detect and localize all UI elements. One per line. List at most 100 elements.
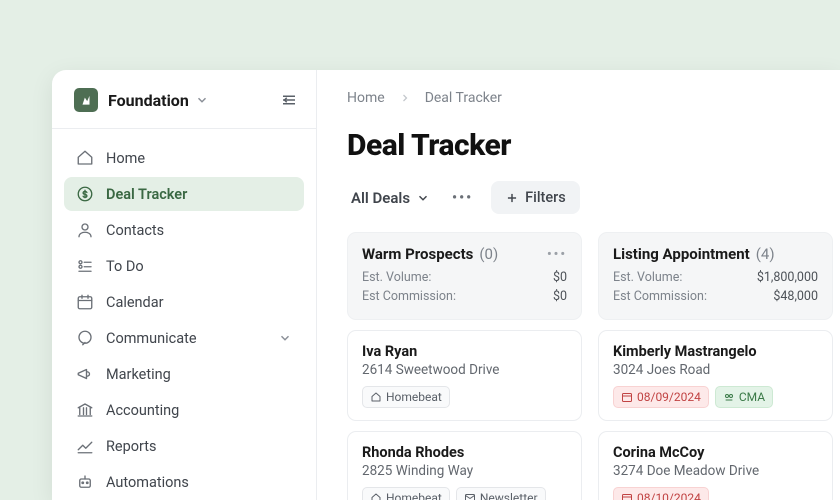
volume-value: $1,800,000 [757, 269, 818, 288]
deal-card[interactable]: Kimberly Mastrangelo 3024 Joes Road 08/0… [598, 330, 833, 421]
sidebar-item-marketing[interactable]: Marketing [64, 357, 304, 391]
commission-value: $48,000 [773, 288, 818, 307]
plus-icon [505, 191, 519, 205]
toolbar: All Deals ••• Filters [347, 181, 810, 214]
org-switcher[interactable] [195, 93, 209, 107]
page-body: Deal Tracker All Deals ••• Filters Warm … [317, 122, 840, 500]
date-icon [621, 391, 633, 403]
filters-label: Filters [525, 189, 566, 206]
deal-address: 3024 Joes Road [613, 362, 818, 378]
sidebar-item-label: To Do [106, 258, 144, 275]
homebeat-icon [370, 391, 382, 403]
sidebar-item-accounting[interactable]: Accounting [64, 393, 304, 427]
org-logo [74, 88, 98, 112]
tag-date[interactable]: 08/09/2024 [613, 386, 709, 408]
cma-icon [723, 391, 735, 403]
filters-button[interactable]: Filters [491, 181, 580, 214]
chevron-down-icon [278, 331, 292, 345]
breadcrumb: Home Deal Tracker [317, 70, 840, 122]
robot-icon [76, 473, 94, 491]
sidebar-item-label: Reports [106, 438, 157, 455]
chevron-down-icon [416, 191, 430, 205]
tag-homebeat[interactable]: Homebeat [362, 487, 450, 500]
column-listing-appointment: Listing Appointment (4) Est. Volume: $1,8… [598, 232, 833, 500]
commission-value: $0 [553, 288, 567, 307]
sidebar-item-calendar[interactable]: Calendar [64, 285, 304, 319]
volume-label: Est. Volume: [613, 269, 682, 288]
deal-card[interactable]: Iva Ryan 2614 Sweetwood Drive Homebeat [347, 330, 582, 421]
column-title: Warm Prospects [362, 245, 473, 263]
tag-cma[interactable]: CMA [715, 386, 773, 408]
sidebar-item-label: Calendar [106, 294, 164, 311]
deal-name: Kimberly Mastrangelo [613, 343, 818, 360]
sidebar-item-automations[interactable]: Automations [64, 465, 304, 499]
breadcrumb-home[interactable]: Home [347, 90, 385, 106]
column-warm-prospects: Warm Prospects (0) ••• Est. Volume: $0 Es… [347, 232, 582, 500]
toolbar-more-button[interactable]: ••• [444, 184, 481, 212]
sidebar-item-communicate[interactable]: Communicate [64, 321, 304, 355]
todo-icon [76, 257, 94, 275]
app-window: Foundation Home Deal Tracker Contacts To… [52, 70, 840, 500]
sidebar-item-label: Communicate [106, 330, 197, 347]
home-icon [76, 149, 94, 167]
column-more-button[interactable]: ••• [547, 247, 567, 262]
sidebar-item-label: Accounting [106, 402, 179, 419]
dollar-icon [76, 185, 94, 203]
newsletter-icon [464, 492, 476, 500]
homebeat-icon [370, 492, 382, 500]
sidebar-item-home[interactable]: Home [64, 141, 304, 175]
commission-label: Est Commission: [362, 288, 456, 307]
tag-date[interactable]: 08/10/2024 [613, 487, 709, 500]
chat-icon [76, 329, 94, 347]
kanban-columns: Warm Prospects (0) ••• Est. Volume: $0 Es… [347, 232, 810, 500]
collapse-sidebar-button[interactable] [280, 91, 298, 109]
date-icon [621, 492, 633, 500]
volume-value: $0 [553, 269, 567, 288]
deal-address: 2825 Winding Way [362, 463, 567, 479]
deal-name: Corina McCoy [613, 444, 818, 461]
org-name: Foundation [108, 91, 189, 110]
deal-card[interactable]: Rhonda Rhodes 2825 Winding Way Homebeat N… [347, 431, 582, 500]
sidebar-item-label: Deal Tracker [106, 186, 187, 203]
deals-filter-label: All Deals [351, 189, 410, 207]
deal-tags: Homebeat Newsletter [362, 487, 567, 500]
column-count: (0) [479, 245, 498, 263]
main: Home Deal Tracker Deal Tracker All Deals… [317, 70, 840, 500]
deal-address: 3274 Doe Meadow Drive [613, 463, 818, 479]
sidebar-item-deal-tracker[interactable]: Deal Tracker [64, 177, 304, 211]
column-header: Listing Appointment (4) Est. Volume: $1,8… [598, 232, 833, 320]
deal-name: Iva Ryan [362, 343, 567, 360]
sidebar: Foundation Home Deal Tracker Contacts To… [52, 70, 317, 500]
deal-card[interactable]: Corina McCoy 3274 Doe Meadow Drive 08/10… [598, 431, 833, 500]
volume-label: Est. Volume: [362, 269, 431, 288]
sidebar-item-to-do[interactable]: To Do [64, 249, 304, 283]
chart-icon [76, 437, 94, 455]
sidebar-nav: Home Deal Tracker Contacts To Do Calenda… [52, 129, 316, 499]
commission-label: Est Commission: [613, 288, 707, 307]
breadcrumb-current: Deal Tracker [425, 90, 502, 106]
tag-newsletter[interactable]: Newsletter [456, 487, 546, 500]
sidebar-item-label: Marketing [106, 366, 171, 383]
bank-icon [76, 401, 94, 419]
deal-address: 2614 Sweetwood Drive [362, 362, 567, 378]
megaphone-icon [76, 365, 94, 383]
sidebar-item-reports[interactable]: Reports [64, 429, 304, 463]
deal-tags: Homebeat [362, 386, 567, 408]
chevron-right-icon [399, 92, 411, 104]
deal-tags: 08/10/2024 [613, 487, 818, 500]
deal-tags: 08/09/2024 CMA [613, 386, 818, 408]
sidebar-header: Foundation [52, 70, 316, 129]
column-header: Warm Prospects (0) ••• Est. Volume: $0 Es… [347, 232, 582, 320]
column-title: Listing Appointment [613, 245, 750, 263]
calendar-icon [76, 293, 94, 311]
deal-name: Rhonda Rhodes [362, 444, 567, 461]
page-title: Deal Tracker [347, 128, 810, 163]
deals-filter-dropdown[interactable]: All Deals [347, 183, 434, 213]
column-count: (4) [756, 245, 775, 263]
sidebar-item-label: Home [106, 150, 145, 167]
user-icon [76, 221, 94, 239]
sidebar-item-label: Contacts [106, 222, 164, 239]
sidebar-item-label: Automations [106, 474, 189, 491]
tag-homebeat[interactable]: Homebeat [362, 386, 450, 408]
sidebar-item-contacts[interactable]: Contacts [64, 213, 304, 247]
